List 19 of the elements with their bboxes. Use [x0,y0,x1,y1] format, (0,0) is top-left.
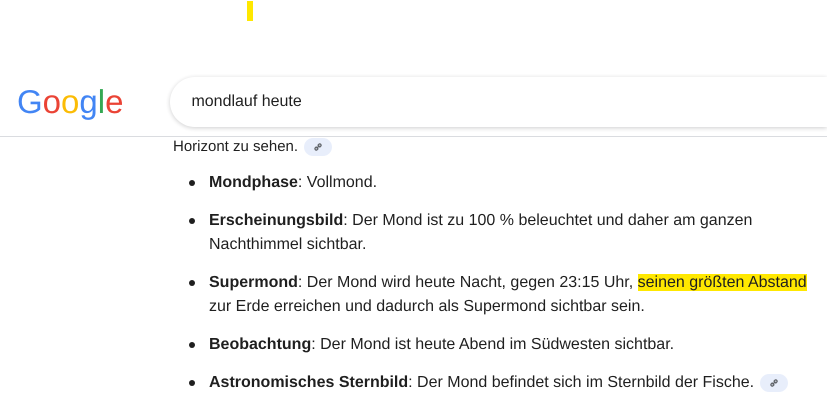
answer-text: Horizont zu sehen. [173,137,827,157]
bullet-icon [189,342,195,348]
bullet-text: Astronomisches Sternbild: Der Mond befindet sich im Sternbild der Fische. [209,371,813,395]
bullet-icon [189,280,195,286]
link-button[interactable] [304,138,332,156]
bullet-text: Erscheinungsbild: Der Mond ist zu 100 % beleuchtet und daher am ganzen Nachthimmel sichtbar. [209,211,754,255]
bullet-icon [189,180,195,186]
bullet-text: Beobachtung: Der Mond ist heute Abend im Südwesten sichtbar. [209,335,676,355]
bullet-text: Mondphase: Vollmond. [209,173,378,193]
link-button[interactable] [760,374,788,392]
marker-stroke [247,1,253,21]
link-icon [313,142,324,152]
link-icon [769,378,780,388]
marker-highlight: seinen größten Abstand [638,274,807,291]
google-logo[interactable]: Google [16,82,124,122]
bullet-text: Supermond: Der Mond wird heute Nacht, gegen 23:15 Uhr, seinen größten Abstand zur Erde erreichen und dadurch als Supermond sichtbar sein. [209,273,808,317]
bullet-icon [189,218,195,224]
search-field[interactable]: mondlauf heute [170,77,827,127]
bullet-icon [189,380,195,386]
